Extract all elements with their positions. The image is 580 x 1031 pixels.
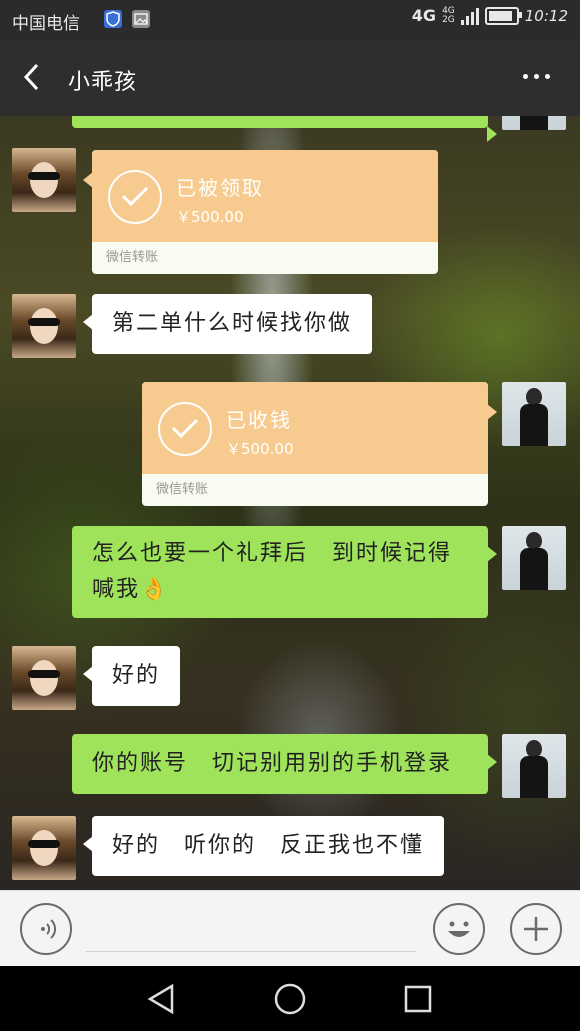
- check-icon: [158, 402, 212, 456]
- triangle-back-icon[interactable]: [144, 982, 178, 1016]
- transfer-footer: 微信转账: [106, 250, 159, 265]
- avatar-self[interactable]: [502, 382, 566, 446]
- carrier-label: 中国电信: [12, 14, 80, 34]
- message-input[interactable]: [86, 951, 416, 952]
- transfer-amount: ￥500.00: [226, 440, 294, 458]
- avatar-contact[interactable]: [12, 294, 76, 358]
- message-text: 你的账号 切记别用别的手机登录: [92, 751, 453, 776]
- check-icon: [108, 170, 162, 224]
- avatar-self[interactable]: [502, 734, 566, 798]
- ok-hand-emoji: 👌: [140, 577, 170, 602]
- avatar-contact[interactable]: [12, 816, 76, 880]
- message-bubble-received[interactable]: 好的: [82, 646, 181, 706]
- voice-icon: [41, 919, 57, 939]
- more-dots-icon: [523, 74, 528, 79]
- transfer-card[interactable]: 已被领取 ￥500.00 微信转账: [83, 150, 438, 274]
- transfer-footer: 微信转账: [156, 482, 209, 497]
- back-button[interactable]: [18, 62, 48, 92]
- circle-home-icon[interactable]: [272, 981, 308, 1017]
- chevron-left-icon: [23, 63, 39, 91]
- message-bubble-sent[interactable]: [72, 116, 497, 142]
- network-type-label: 4G: [411, 6, 437, 25]
- image-notification-icon: [132, 10, 150, 28]
- message-bubble-received[interactable]: 好的 听你的 反正我也不懂: [82, 816, 445, 876]
- input-bar: [0, 890, 580, 967]
- chat-area[interactable]: 已被领取 ￥500.00 微信转账 第二单什么时候找你做 已收钱 ￥500.00…: [0, 116, 580, 890]
- transfer-status: 已被领取: [176, 176, 264, 200]
- voice-button[interactable]: [20, 903, 72, 955]
- message-bubble-sent[interactable]: 怎么也要一个礼拜后 到时候记得喊我👌: [72, 526, 497, 618]
- smiley-icon: [448, 921, 470, 937]
- plus-icon: [524, 917, 548, 941]
- network-dual-label: 4G 2G: [442, 5, 455, 25]
- message-text: 第二单什么时候找你做: [112, 311, 353, 336]
- status-bar: 中国电信 4G 4G 2G 10:12: [0, 0, 580, 40]
- signal-icon: [460, 7, 479, 25]
- clock: 10:12: [524, 6, 568, 25]
- system-nav-bar: [0, 966, 580, 1031]
- transfer-amount: ￥500.00: [176, 208, 244, 226]
- more-button[interactable]: [523, 74, 550, 79]
- avatar-contact[interactable]: [12, 148, 76, 212]
- shield-icon: [104, 10, 122, 28]
- avatar-self[interactable]: [502, 116, 566, 130]
- message-bubble-sent[interactable]: 你的账号 切记别用别的手机登录: [72, 734, 497, 794]
- avatar-self[interactable]: [502, 526, 566, 590]
- transfer-status: 已收钱: [226, 408, 292, 432]
- emoji-button[interactable]: [433, 903, 485, 955]
- message-text: 好的 听你的 反正我也不懂: [112, 833, 425, 858]
- transfer-card[interactable]: 已收钱 ￥500.00 微信转账: [142, 382, 497, 506]
- battery-icon: [484, 6, 522, 25]
- avatar-contact[interactable]: [12, 646, 76, 710]
- square-recents-icon[interactable]: [402, 983, 434, 1015]
- add-button[interactable]: [510, 903, 562, 955]
- chat-title: 小乖孩: [68, 70, 138, 95]
- title-bar: 小乖孩: [0, 40, 580, 116]
- message-text: 好的: [112, 663, 161, 688]
- message-bubble-received[interactable]: 第二单什么时候找你做: [82, 294, 373, 354]
